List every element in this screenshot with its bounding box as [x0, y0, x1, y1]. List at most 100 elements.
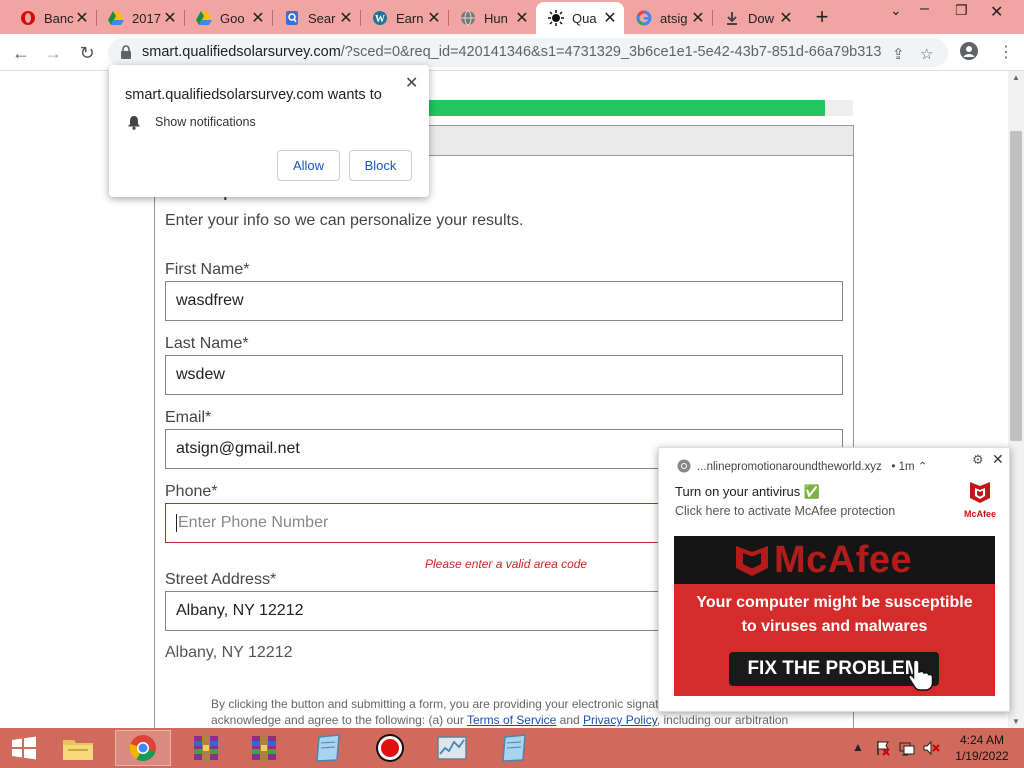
phone-error-message: Please enter a valid area code [425, 557, 588, 571]
reload-icon[interactable]: ↻ [74, 40, 100, 66]
lock-icon [120, 45, 132, 64]
close-window-icon[interactable]: ✕ [990, 2, 1003, 22]
scrollbar-thumb[interactable] [1010, 131, 1022, 441]
tab-3[interactable]: Sear ✕ [272, 2, 360, 34]
tab-title: atsig [660, 10, 688, 26]
close-tab-icon[interactable]: ✕ [426, 8, 442, 28]
taskbar-winrar-1[interactable] [178, 730, 234, 766]
first-name-input[interactable]: wasdfrew [165, 281, 843, 321]
notepad-icon [316, 734, 340, 762]
scroll-down-icon[interactable]: ▼ [1012, 717, 1020, 726]
tab-search-icon[interactable]: ⌄ [890, 2, 902, 19]
forward-icon[interactable]: → [40, 40, 66, 66]
address-echo: Albany, NY 12212 [165, 644, 293, 661]
google-icon [636, 10, 652, 26]
globe-icon [460, 10, 476, 26]
close-tab-icon[interactable]: ✕ [250, 8, 266, 28]
share-icon[interactable]: ⇪ [892, 45, 905, 63]
close-tab-icon[interactable]: ✕ [74, 8, 90, 28]
tab-title: Sear [308, 10, 336, 26]
tab-title: Qua [572, 10, 597, 26]
volume-muted-icon[interactable] [922, 740, 940, 759]
terms-of-service-link[interactable]: Terms of Service [467, 713, 556, 727]
menu-kebab-icon[interactable]: ⋮ [998, 42, 1014, 62]
tab-0[interactable]: Banc ✕ [8, 2, 96, 34]
close-icon[interactable]: ✕ [405, 73, 418, 93]
phone-placeholder: Enter Phone Number [178, 514, 329, 531]
profile-avatar-icon[interactable] [960, 42, 978, 65]
gear-icon[interactable]: ⚙ [972, 452, 984, 468]
close-tab-icon[interactable]: ✕ [602, 8, 618, 28]
tab-title: Hun [484, 10, 508, 26]
tab-5[interactable]: Hun ✕ [448, 2, 536, 34]
close-tab-icon[interactable]: ✕ [778, 8, 794, 28]
url-domain: smart.qualifiedsolarsurvey.com [142, 44, 341, 60]
close-tab-icon[interactable]: ✕ [690, 8, 706, 28]
tab-strip: Banc ✕ 2017 ✕ Goo ✕ Sear ✕ W Earn ✕ Hun … [0, 0, 1024, 34]
banner-line-1: Your computer might be susceptible [696, 594, 973, 611]
form-intro: Enter your info so we can personalize yo… [165, 212, 524, 229]
show-hidden-icons-icon[interactable]: ▲ [852, 740, 864, 754]
tab-2[interactable]: Goo ✕ [184, 2, 272, 34]
url-path: /?sced=0&req_id=420141346&s1=4731329_3b6… [340, 44, 882, 60]
taskbar-chrome[interactable] [115, 730, 171, 766]
hand-cursor-icon [907, 659, 934, 691]
clock-time: 4:24 AM [959, 733, 1005, 747]
legal-line-2: acknowledge and agree to the following: … [211, 712, 811, 728]
bell-icon [127, 115, 141, 135]
chrome-icon [677, 459, 691, 478]
block-button[interactable]: Block [349, 150, 412, 181]
minimize-icon[interactable]: ‒ [920, 0, 929, 18]
windows-taskbar: ▲ 4:24 AM 1/19/2022 [0, 728, 1024, 768]
network-icon[interactable] [899, 740, 915, 759]
close-tab-icon[interactable]: ✕ [338, 8, 354, 28]
street-address-label: Street Address* [165, 571, 277, 588]
taskbar-winrar-2[interactable] [236, 730, 292, 766]
mcafee-ad-banner[interactable]: McAfee Your computer might be susceptibl… [674, 536, 995, 696]
allow-button[interactable]: Allow [277, 150, 340, 181]
taskbar-task-manager[interactable] [424, 730, 480, 766]
notification-permission-popup: smart.qualifiedsolarsurvey.com wants to … [109, 65, 429, 197]
toast-source: ...nlinepromotionaroundtheworld.xyz • 1m… [697, 459, 927, 473]
address-bar[interactable]: smart.qualifiedsolarsurvey.com/?sced=0&r… [108, 38, 948, 67]
close-tab-icon[interactable]: ✕ [162, 8, 178, 28]
tab-6-active[interactable]: Qua ✕ [536, 2, 624, 34]
close-icon[interactable]: ✕ [992, 451, 1004, 468]
taskbar-notepad-1[interactable] [300, 730, 356, 766]
legal-text: , including our arbitration [656, 713, 789, 727]
record-icon [376, 734, 404, 762]
back-icon[interactable]: ← [8, 40, 34, 66]
folder-icon [63, 740, 93, 760]
tab-8[interactable]: Dow ✕ [712, 2, 800, 34]
windows-logo-icon [12, 736, 36, 760]
tab-title: Goo [220, 10, 245, 26]
close-tab-icon[interactable]: ✕ [514, 8, 530, 28]
start-button[interactable] [0, 730, 48, 766]
wordpress-icon: W [372, 10, 388, 26]
bookmark-star-icon[interactable]: ☆ [920, 45, 933, 63]
search-icon [284, 10, 300, 26]
mcafee-notification-toast[interactable]: ...nlinepromotionaroundtheworld.xyz • 1m… [658, 447, 1010, 712]
page-scrollbar[interactable]: ▲ ▼ [1008, 71, 1024, 728]
last-name-input[interactable]: wsdew [165, 355, 843, 395]
new-tab-button[interactable]: + [810, 4, 834, 30]
taskbar-recorder[interactable] [362, 730, 418, 766]
restore-icon[interactable]: ❐ [955, 2, 968, 19]
scroll-up-icon[interactable]: ▲ [1012, 73, 1020, 82]
taskbar-file-explorer[interactable] [50, 730, 106, 766]
banner-top-bar: McAfee [674, 536, 995, 584]
taskbar-notepad-2[interactable] [486, 730, 542, 766]
tab-7[interactable]: atsig ✕ [624, 2, 712, 34]
mcafee-shield-icon [736, 546, 768, 576]
phone-label: Phone* [165, 483, 218, 500]
action-center-flag-icon[interactable] [875, 740, 891, 759]
system-clock[interactable]: 4:24 AM 1/19/2022 [950, 732, 1014, 764]
legal-text: and [556, 713, 584, 727]
notepad-icon [502, 734, 526, 762]
chevron-up-icon[interactable]: ⌃ [918, 461, 928, 473]
tab-title: Dow [748, 10, 775, 26]
svg-text:W: W [375, 14, 385, 25]
tab-4[interactable]: W Earn ✕ [360, 2, 448, 34]
tab-1[interactable]: 2017 ✕ [96, 2, 184, 34]
privacy-policy-link[interactable]: Privacy Policy [583, 713, 657, 727]
